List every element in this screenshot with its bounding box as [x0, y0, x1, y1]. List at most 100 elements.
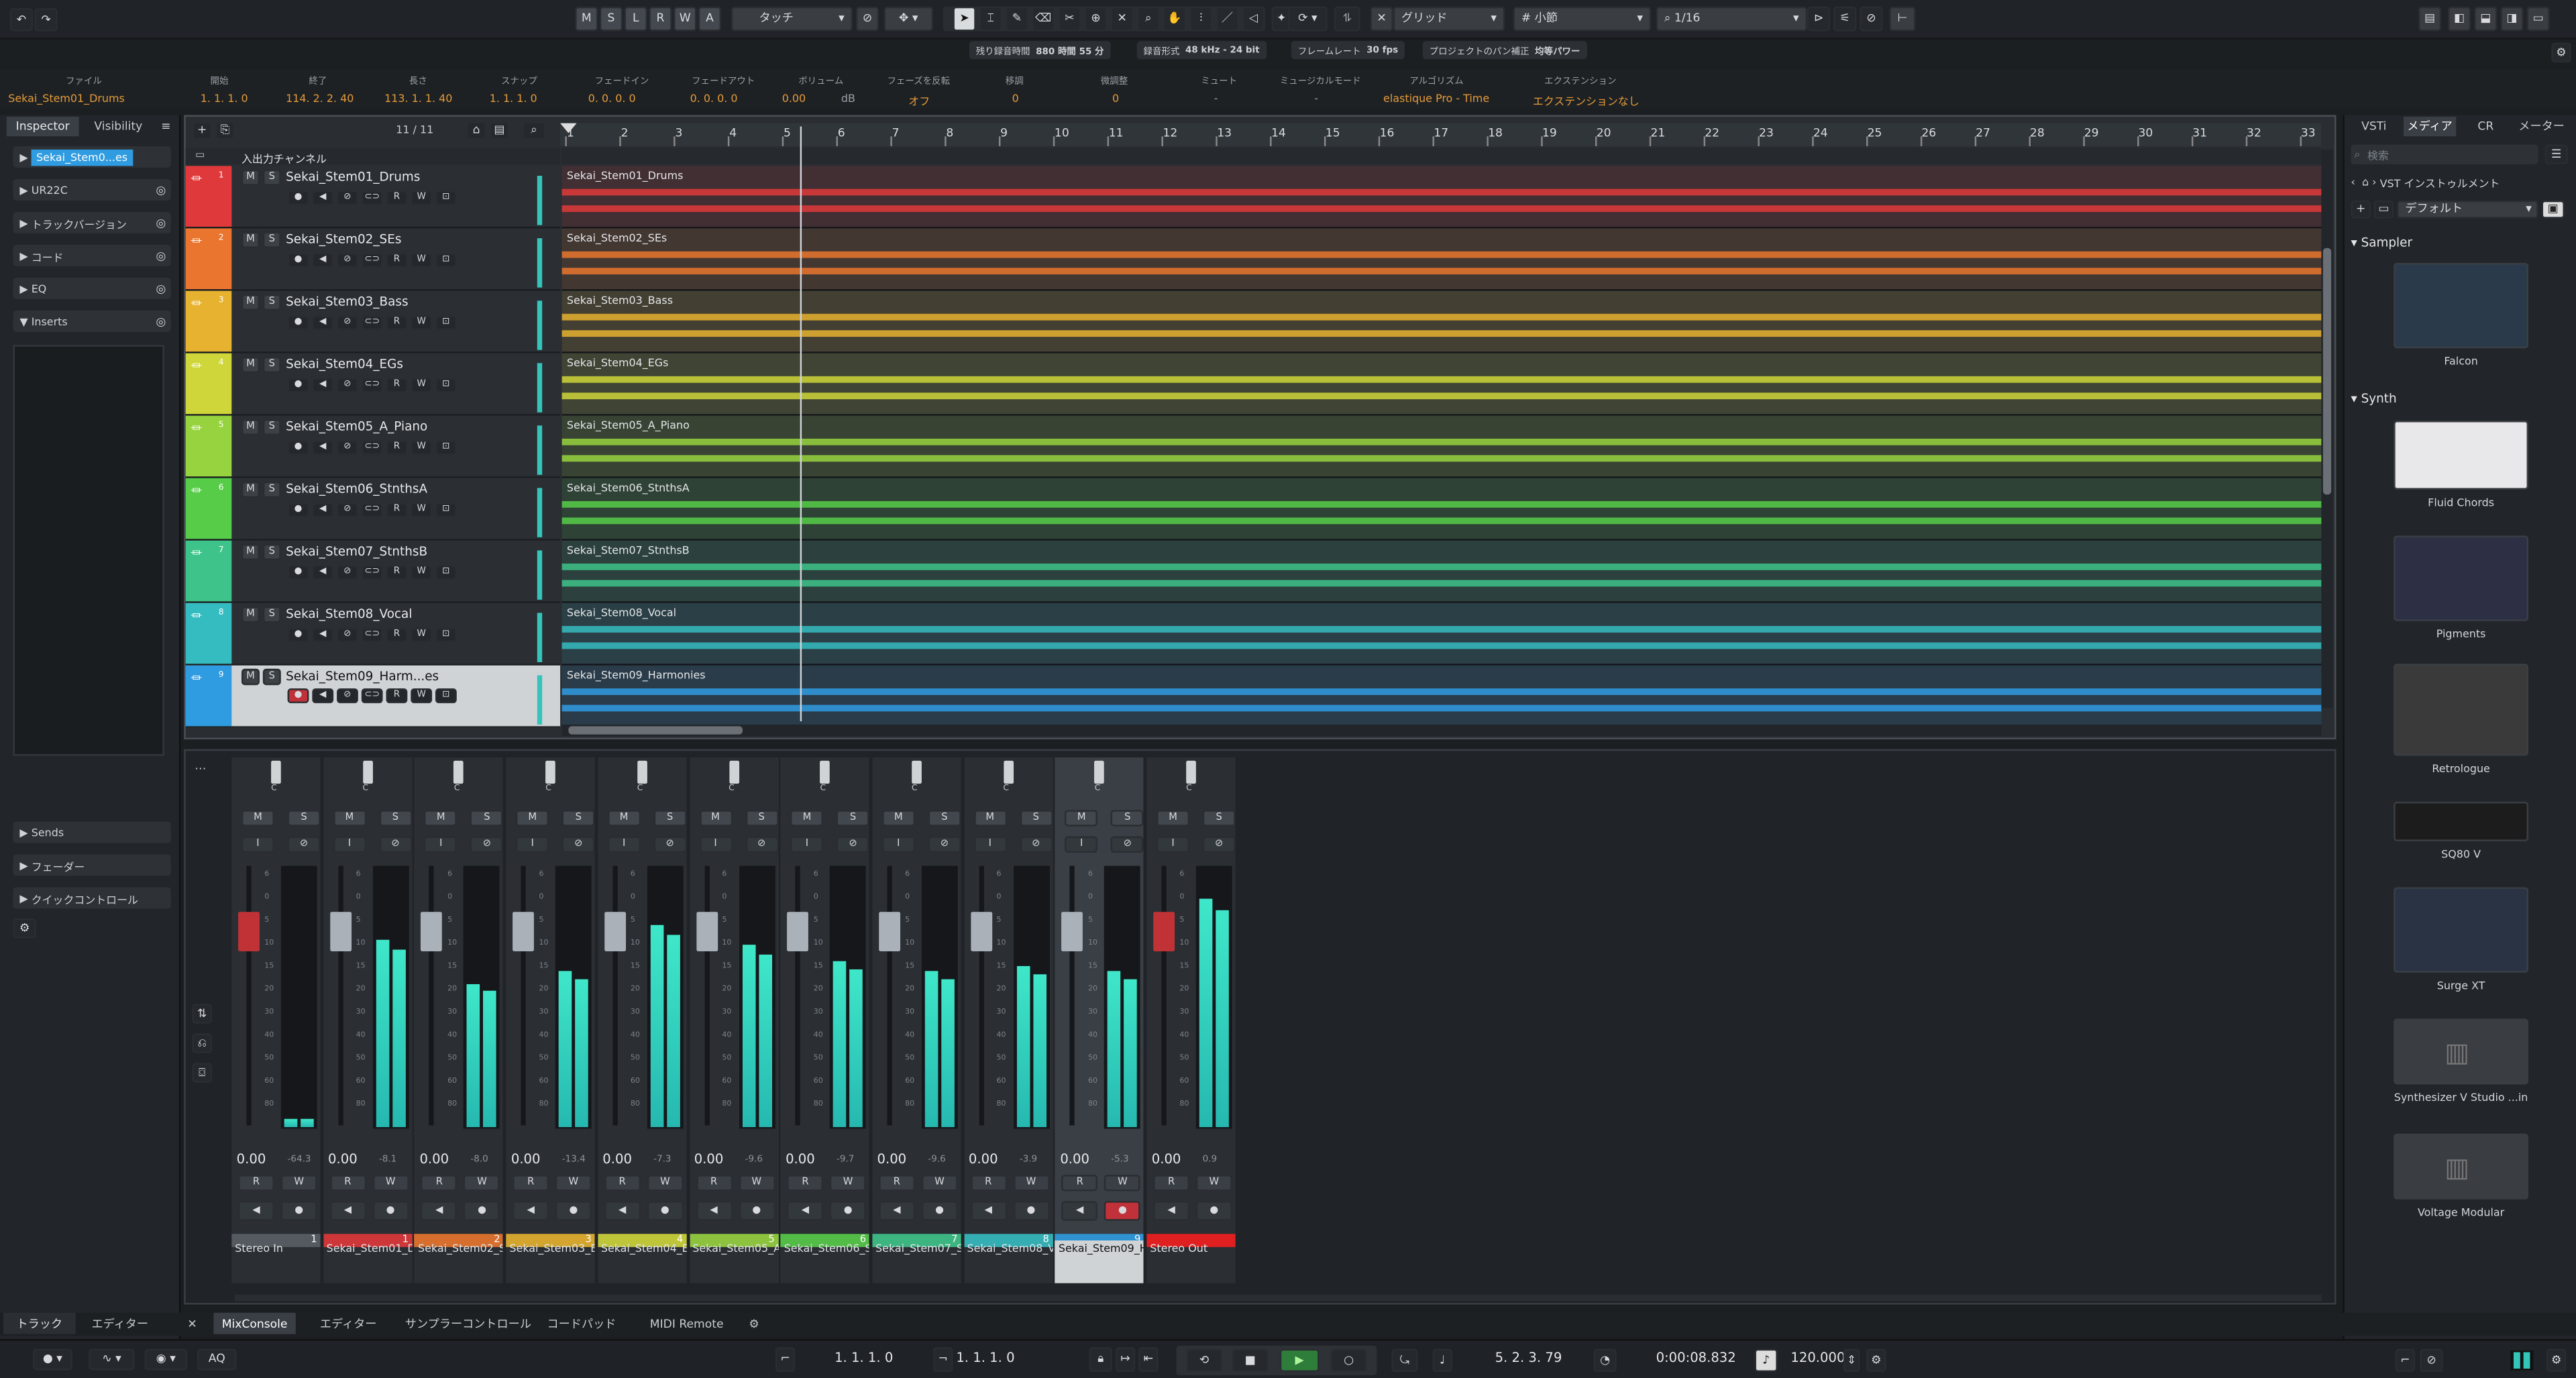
phase-value[interactable]: オフ: [908, 92, 930, 109]
read-button[interactable]: R: [787, 1175, 824, 1191]
lock-button[interactable]: ⊘: [337, 378, 358, 393]
monitor-button[interactable]: ⊘: [837, 836, 869, 853]
write-button[interactable]: W: [1104, 1175, 1141, 1191]
snapshot-icon[interactable]: ⌼: [192, 1063, 212, 1083]
pan-knob[interactable]: [271, 760, 281, 784]
mute-button[interactable]: M: [241, 606, 260, 623]
monitor-button[interactable]: ⊘: [1019, 836, 1053, 853]
mute-button[interactable]: M: [241, 543, 260, 561]
plugin-name[interactable]: SQ80 V: [2345, 848, 2576, 861]
mute-button[interactable]: M: [516, 810, 549, 827]
more-icon[interactable]: ⋯: [193, 761, 209, 777]
monitor-button[interactable]: ◀: [970, 1201, 1007, 1221]
home-icon[interactable]: ⌂: [466, 121, 486, 140]
file-value[interactable]: Sekai_Stem01_Drums: [8, 92, 125, 105]
edit-channel-button[interactable]: ⊡: [435, 502, 457, 518]
horizontal-scrollbar[interactable]: [561, 725, 2322, 737]
audio-event[interactable]: Sekai_Stem09_Harmonies: [561, 665, 2322, 728]
read-button[interactable]: R: [329, 1175, 366, 1191]
audio-event[interactable]: Sekai_Stem04_EGs: [561, 353, 2322, 416]
channel-strip[interactable]: C M S I ⊘ 6 0 5 10 15 20 30 40 50 60 80 0.00 -64.3 R W ◀ ● 1 St…: [231, 757, 321, 1283]
mute-button[interactable]: M: [973, 810, 1007, 827]
inspector-section-1[interactable]: ▶ トラックバージョン ◎: [13, 211, 171, 233]
timeline-ruler[interactable]: 1 2 3 4 5 6 7 8 9 10 11 12 13 14 15 16 17 18 19 20 21 22 23 24 2…: [560, 123, 2322, 146]
monitor-button[interactable]: ◀: [312, 378, 334, 393]
listen-button[interactable]: I: [881, 836, 915, 853]
edit-channel-button[interactable]: ⊡: [435, 688, 457, 704]
quantize-panel-icon[interactable]: ⊢: [1889, 6, 1916, 32]
automation-mode-select[interactable]: タッチ ▾: [731, 6, 853, 32]
monitor-button[interactable]: ◀: [513, 1201, 549, 1221]
comp-tool-icon[interactable]: ⫶: [1189, 6, 1213, 32]
play-icon[interactable]: ▶: [1279, 1348, 1320, 1372]
settings-gear-icon[interactable]: ⚙: [2546, 1348, 2567, 1372]
folder-track[interactable]: ▭ 入出力チャンネル: [185, 148, 561, 166]
read-automation-button[interactable]: R: [386, 688, 408, 704]
list-view-icon[interactable]: ☰: [2544, 144, 2568, 164]
record-enable-button[interactable]: ●: [372, 1201, 409, 1221]
window-layout-icon[interactable]: ▤: [2418, 6, 2442, 32]
settings-gear-icon[interactable]: ⚙: [746, 1313, 762, 1334]
plugin-name[interactable]: Falcon: [2345, 355, 2576, 368]
listen-button[interactable]: I: [973, 836, 1007, 853]
read-button[interactable]: R: [970, 1175, 1007, 1191]
write-automation-button[interactable]: W: [411, 627, 433, 643]
category-synth[interactable]: ▾ Synth: [2351, 388, 2568, 407]
audio-event[interactable]: Sekai_Stem01_Drums: [561, 166, 2322, 229]
left-zone-icon[interactable]: ◧: [2448, 6, 2471, 32]
monitor-button[interactable]: ⊘: [653, 836, 687, 853]
track-name[interactable]: Sekai_Stem01_Drums: [286, 169, 420, 184]
stop-icon[interactable]: ■: [1232, 1348, 1269, 1372]
monitor-button[interactable]: ◀: [312, 502, 334, 518]
read-automation-button[interactable]: R: [386, 378, 408, 393]
musical-mode-value[interactable]: -: [1314, 92, 1318, 105]
channel-name[interactable]: Stereo Out: [1146, 1240, 1235, 1283]
tab-midi-remote[interactable]: MIDI Remote: [636, 1313, 738, 1334]
monitor-button[interactable]: ◀: [312, 315, 334, 331]
inspector-section-2[interactable]: ▶ コード ◎: [13, 244, 171, 266]
solo-button[interactable]: S: [1111, 810, 1144, 827]
fader-handle[interactable]: [329, 912, 352, 951]
scroll-thumb[interactable]: [568, 726, 743, 735]
write-button[interactable]: W: [1013, 1175, 1049, 1191]
write-button[interactable]: W: [830, 1175, 867, 1191]
lock-button[interactable]: ⊘: [337, 565, 358, 580]
track-name[interactable]: Sekai_Stem05_A_Piano: [286, 419, 427, 433]
listen-button[interactable]: I: [241, 836, 274, 853]
read-button[interactable]: R: [1061, 1175, 1098, 1191]
write-automation-button[interactable]: W: [411, 191, 433, 206]
fader-value[interactable]: 0.00: [877, 1152, 906, 1167]
record-enable-button[interactable]: ●: [830, 1201, 867, 1221]
state-button-w[interactable]: W: [674, 6, 697, 32]
tempo-value[interactable]: 120.000: [1790, 1350, 1845, 1365]
fader-value[interactable]: 0.00: [419, 1152, 449, 1167]
chord-icon[interactable]: ◎: [156, 282, 166, 295]
marker-icon[interactable]: ⌐: [2395, 1348, 2416, 1372]
power-icon[interactable]: ◎: [156, 216, 166, 229]
audio-event[interactable]: Sekai_Stem02_SEs: [561, 228, 2322, 291]
end-value[interactable]: 114. 2. 2. 40: [286, 92, 354, 105]
lock-button[interactable]: ⊘: [337, 688, 358, 704]
channel-name[interactable]: Sekai_Stem08_Vocal: [964, 1240, 1052, 1283]
audio-event[interactable]: Sekai_Stem07_StnthsB: [561, 540, 2322, 603]
channel-name[interactable]: Sekai_Stem01_Drums: [323, 1240, 412, 1283]
write-automation-button[interactable]: W: [411, 565, 433, 580]
tab-mixconsole[interactable]: MixConsole: [213, 1312, 296, 1334]
listen-button[interactable]: I: [333, 836, 366, 853]
split-tool-icon[interactable]: ✂: [1058, 6, 1081, 32]
write-button[interactable]: W: [280, 1175, 317, 1191]
channel-name[interactable]: Sekai_Stem04_EGs: [598, 1240, 686, 1283]
fader-value[interactable]: 0.00: [511, 1152, 541, 1167]
tab-cr[interactable]: CR: [2459, 117, 2512, 136]
write-button[interactable]: W: [372, 1175, 409, 1191]
write-button[interactable]: W: [555, 1175, 592, 1191]
plugin-name[interactable]: Surge XT: [2345, 979, 2576, 993]
channel-strip[interactable]: C M S I ⊘ 6 0 5 10 15 20 30 40 50 60 80 0.00 -8.1 R W ◀ ● 1 Sek…: [323, 757, 412, 1283]
state-button-s[interactable]: S: [599, 6, 623, 32]
channel-strip[interactable]: C M S I ⊘ 6 0 5 10 15 20 30 40 50 60 80 0.00 -7.3 R W ◀ ● 4 Sek…: [597, 757, 687, 1283]
inspector-bottom-section-0[interactable]: ▶ Sends: [13, 821, 171, 843]
project-start-marker-icon[interactable]: [560, 123, 577, 134]
mute-button[interactable]: M: [424, 810, 458, 827]
read-button[interactable]: ⊂⊃: [361, 191, 383, 206]
solo-button[interactable]: S: [262, 481, 281, 498]
